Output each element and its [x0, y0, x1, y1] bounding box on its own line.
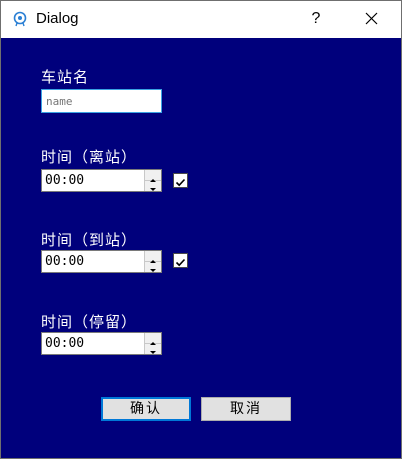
- spin-down-icon: [150, 351, 156, 354]
- stop-time-value: 00:00: [45, 336, 85, 351]
- help-button[interactable]: ?: [301, 5, 331, 33]
- checkmark-icon: [175, 258, 186, 267]
- dialog-app-icon: [13, 11, 27, 27]
- spin-down-icon: [150, 269, 156, 272]
- stop-spin-down-button[interactable]: [145, 343, 161, 354]
- window-title: Dialog: [36, 10, 79, 27]
- cancel-button[interactable]: 取消: [201, 397, 291, 421]
- spin-buttons: [144, 251, 161, 272]
- arrival-time-value: 00:00: [45, 254, 85, 269]
- close-icon: [365, 12, 378, 25]
- close-button[interactable]: [356, 5, 386, 33]
- departure-time-value: 00:00: [45, 173, 85, 188]
- spin-buttons: [144, 170, 161, 191]
- stop-time-spinbox[interactable]: 00:00: [41, 332, 162, 355]
- departure-time-label: 时间（离站）: [41, 148, 138, 166]
- spin-down-icon: [150, 188, 156, 191]
- arrival-time-label: 时间（到站）: [41, 231, 138, 249]
- stop-time-label: 时间（停留）: [41, 313, 138, 331]
- departure-time-spinbox[interactable]: 00:00: [41, 169, 162, 192]
- arrival-spin-down-button[interactable]: [145, 261, 161, 272]
- title-bar[interactable]: Dialog ?: [1, 1, 401, 38]
- station-name-label: 车站名: [41, 68, 90, 86]
- checkmark-icon: [175, 178, 186, 187]
- arrival-time-spinbox[interactable]: 00:00: [41, 250, 162, 273]
- departure-checkbox[interactable]: [173, 173, 188, 188]
- dialog-window: Dialog ? 车站名 时间（离站） 00:00 时间（到站） 00:00: [0, 0, 402, 459]
- ok-button[interactable]: 确认: [101, 397, 191, 421]
- spin-buttons: [144, 333, 161, 354]
- departure-spin-down-button[interactable]: [145, 180, 161, 191]
- station-name-input[interactable]: [41, 89, 162, 113]
- arrival-checkbox[interactable]: [173, 253, 188, 268]
